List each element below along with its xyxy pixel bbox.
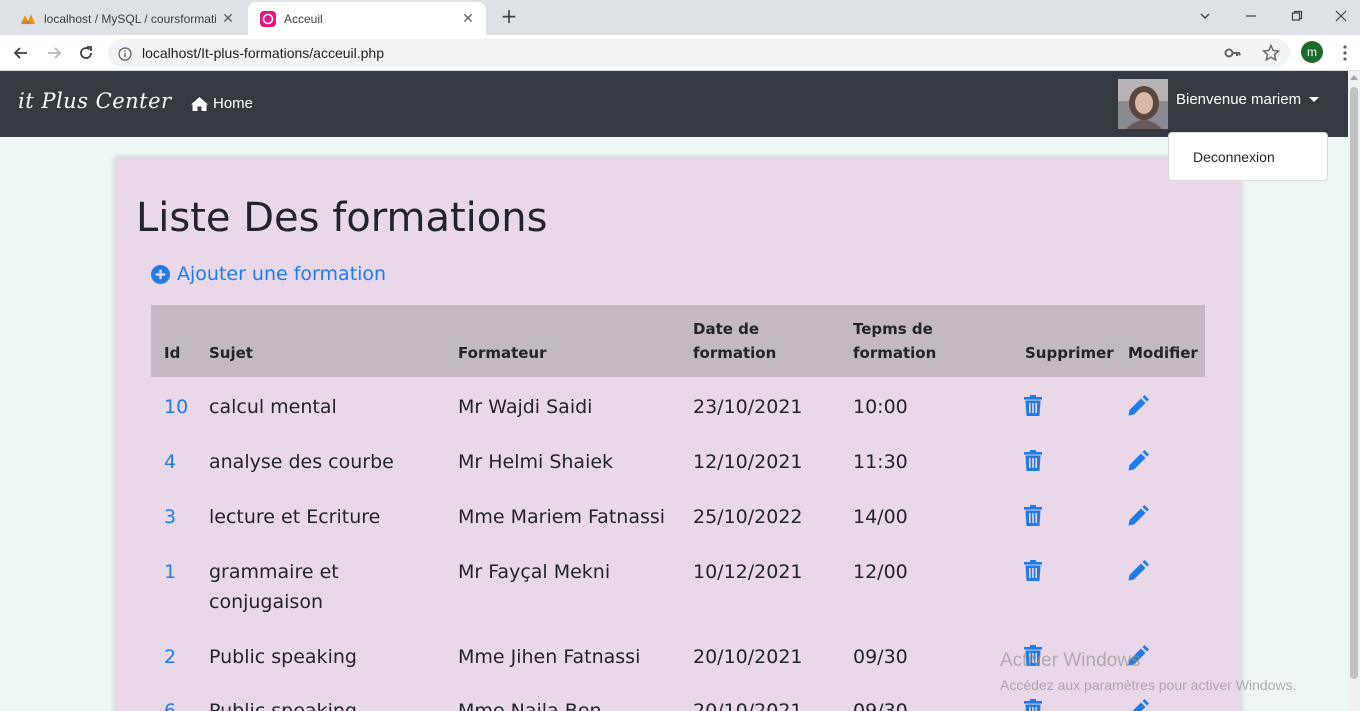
column-header-modifier: Modifier	[1128, 344, 1198, 362]
column-header-id: Id	[164, 344, 181, 362]
reload-icon[interactable]	[74, 41, 98, 65]
row-sujet: lecture et Ecriture	[209, 506, 381, 528]
activate-windows-subtitle: Accédez aux paramètres pour activer Wind…	[1000, 677, 1297, 693]
user-greeting: Bienvenue mariem	[1176, 91, 1302, 108]
column-header-date-line2: formation	[693, 344, 777, 362]
row-temps: 11:30	[853, 451, 908, 473]
row-formateur: Mr Helmi Shaiek	[458, 451, 614, 473]
close-tab-icon[interactable]: ✕	[216, 10, 240, 27]
brand-logo[interactable]: it Plus Center	[18, 89, 172, 113]
row-date: 25/10/2022	[693, 506, 803, 528]
new-tab-button[interactable]: +	[498, 6, 520, 28]
page-title: Liste Des formations	[136, 195, 548, 241]
column-header-temps-line1: Tepms de	[853, 320, 933, 338]
row-id-link[interactable]: 6	[164, 696, 176, 711]
bookmark-star-icon[interactable]	[1261, 43, 1281, 66]
scrollbar-thumb[interactable]	[1350, 87, 1358, 679]
column-header-sujet: Sujet	[209, 344, 253, 362]
site-navbar: it Plus Center Home Bienvenue mariem	[0, 71, 1348, 137]
trash-icon[interactable]	[1024, 505, 1042, 530]
row-sujet: Public speaking	[209, 700, 357, 711]
tab-acceuil[interactable]: Acceuil ✕	[248, 2, 486, 35]
tab-title: Acceuil	[284, 11, 323, 26]
row-date: 20/10/2021	[693, 646, 803, 668]
row-sujet: analyse des courbe	[209, 451, 394, 473]
browser-tab-strip: PMA localhost / MySQL / coursformati ✕ A…	[0, 0, 1360, 35]
row-temps: 14/00	[853, 506, 908, 528]
nav-home-label: Home	[213, 95, 254, 112]
pencil-icon[interactable]	[1128, 699, 1149, 711]
row-sujet: Public speaking	[209, 646, 357, 668]
column-header-supprimer: Supprimer	[1025, 344, 1114, 362]
user-dropdown-menu: Deconnexion	[1168, 132, 1328, 181]
row-temps: 09/30	[853, 700, 908, 711]
row-sujet-line2: conjugaison	[209, 591, 323, 613]
row-date: 12/10/2021	[693, 451, 803, 473]
row-temps: 10:00	[853, 396, 908, 418]
row-id-link[interactable]: 10	[164, 392, 188, 422]
tab-search-icon[interactable]	[1193, 6, 1217, 26]
info-icon[interactable]	[118, 46, 132, 65]
pencil-icon[interactable]	[1128, 395, 1149, 420]
plus-circle-icon	[151, 264, 170, 284]
tab-title: localhost / MySQL / coursformati	[44, 11, 216, 26]
add-formation-label: Ajouter une formation	[177, 263, 387, 285]
pencil-icon[interactable]	[1128, 505, 1149, 530]
activate-windows-title: Activer Windows	[1000, 650, 1141, 671]
svg-text:PMA: PMA	[22, 20, 31, 25]
column-header-date-line1: Date de	[693, 320, 760, 338]
formations-card: Liste Des formations Ajouter une formati…	[115, 157, 1241, 711]
caret-down-icon	[1309, 97, 1320, 102]
browser-toolbar: localhost/It-plus-formations/acceuil.php…	[0, 35, 1360, 71]
add-formation-link[interactable]: Ajouter une formation	[151, 263, 386, 285]
row-sujet: grammaire et	[209, 561, 339, 583]
close-tab-icon[interactable]: ✕	[456, 10, 480, 27]
user-avatar	[1118, 79, 1168, 129]
row-id-link[interactable]: 4	[164, 447, 176, 477]
key-icon[interactable]	[1224, 45, 1242, 64]
row-id-link[interactable]: 3	[164, 502, 176, 532]
row-id-link[interactable]: 1	[164, 557, 176, 587]
close-window-icon[interactable]	[1329, 6, 1353, 26]
trash-icon[interactable]	[1024, 699, 1042, 711]
logout-menu-item[interactable]: Deconnexion	[1193, 149, 1275, 165]
row-sujet: calcul mental	[209, 396, 337, 418]
row-date: 23/10/2021	[693, 396, 803, 418]
row-temps: 09/30	[853, 646, 908, 668]
minimize-icon[interactable]	[1239, 6, 1263, 26]
row-id-link[interactable]: 2	[164, 642, 176, 672]
profile-avatar[interactable]: m	[1301, 41, 1323, 63]
row-formateur: Mme Naila Ben	[458, 700, 602, 711]
address-bar[interactable]: localhost/It-plus-formations/acceuil.php	[108, 39, 1290, 67]
tab-phpmyadmin[interactable]: PMA localhost / MySQL / coursformati ✕	[8, 2, 246, 35]
trash-icon[interactable]	[1024, 395, 1042, 420]
app-icon	[260, 10, 276, 27]
table-header: Id Sujet Formateur Date de formation Tep…	[151, 305, 1205, 377]
url-text: localhost/It-plus-formations/acceuil.php	[142, 45, 385, 61]
row-temps: 12/00	[853, 561, 908, 583]
restore-icon[interactable]	[1285, 6, 1309, 26]
row-date: 10/12/2021	[693, 561, 803, 583]
trash-icon[interactable]	[1024, 560, 1042, 585]
row-date: 20/10/2021	[693, 700, 803, 711]
page-scrollbar[interactable]	[1348, 71, 1360, 711]
row-formateur: Mme Mariem Fatnassi	[458, 506, 666, 528]
phpmyadmin-icon: PMA	[20, 11, 36, 27]
nav-home-link[interactable]: Home	[190, 95, 253, 112]
column-header-formateur: Formateur	[458, 344, 547, 362]
column-header-temps-line2: formation	[853, 344, 937, 362]
back-icon[interactable]	[9, 41, 33, 65]
row-formateur: Mr Fayçal Mekni	[458, 561, 611, 583]
user-dropdown-toggle[interactable]: Bienvenue mariem	[1176, 91, 1320, 108]
trash-icon[interactable]	[1024, 450, 1042, 475]
row-formateur: Mr Wajdi Saidi	[458, 396, 593, 418]
forward-icon[interactable]	[42, 41, 66, 65]
home-icon	[191, 96, 208, 111]
pencil-icon[interactable]	[1128, 450, 1149, 475]
scroll-up-arrow-icon[interactable]	[1350, 75, 1358, 80]
row-formateur: Mme Jihen Fatnassi	[458, 646, 641, 668]
browser-menu-icon[interactable]	[1335, 41, 1355, 65]
pencil-icon[interactable]	[1128, 560, 1149, 585]
